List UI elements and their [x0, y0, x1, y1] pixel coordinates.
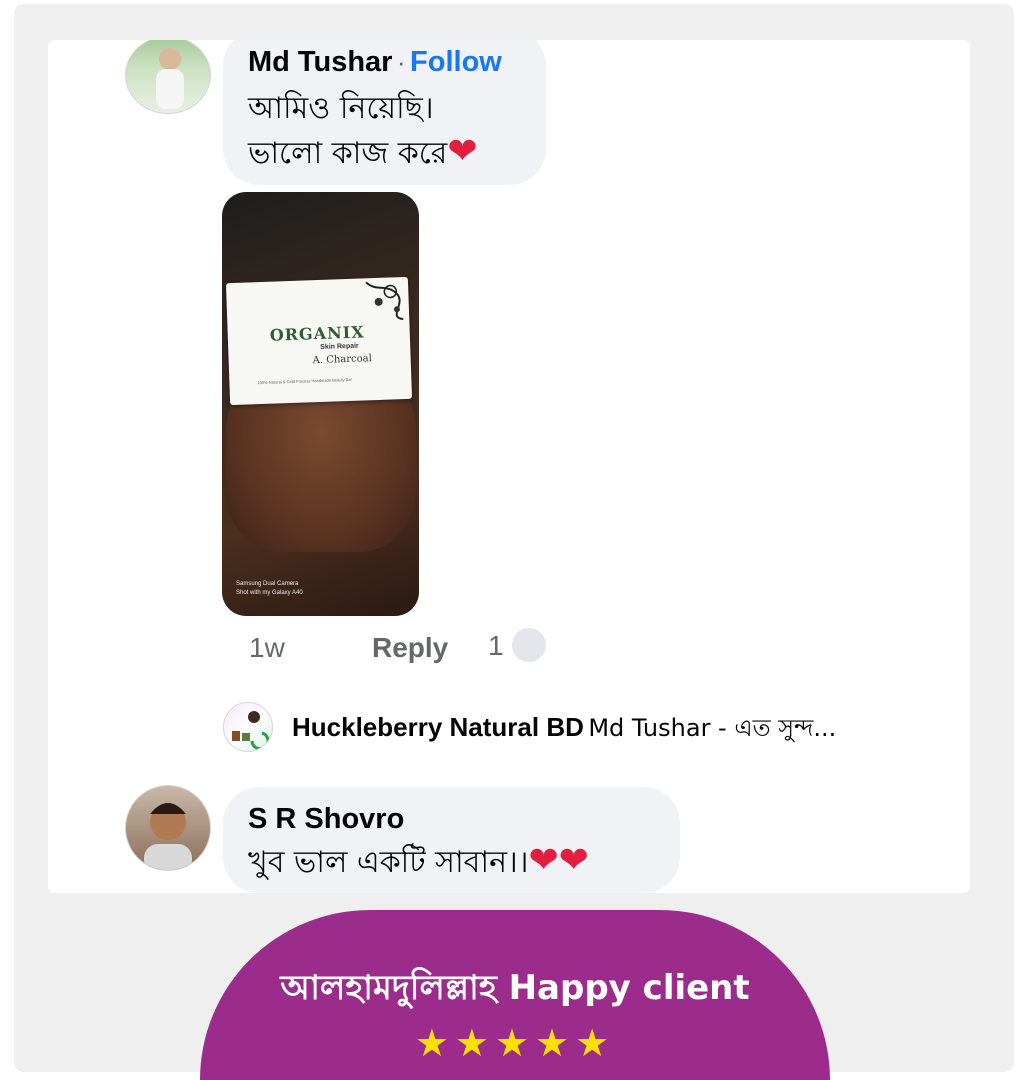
avatar-md-tushar[interactable] — [125, 40, 211, 114]
comment-time[interactable]: 1w — [249, 632, 285, 664]
comments-card: Md Tushar · Follow আমিও নিয়েছি। ভালো কা… — [48, 40, 970, 893]
reaction-count[interactable]: 1 — [488, 630, 504, 662]
reaction-icon[interactable] — [512, 628, 546, 662]
comment-author[interactable]: Md Tushar — [248, 46, 392, 78]
product-box: ORGANIX Skin Repair A. Charcoal 100% Nat… — [225, 276, 413, 406]
comment-bubble-sr-shovro: S R Shovro খুব ভাল একটি সাবান।।❤❤ — [223, 787, 680, 893]
avatar-sr-shovro[interactable] — [125, 785, 211, 871]
person-silhouette-icon — [156, 48, 184, 109]
floral-ornament-icon — [365, 281, 404, 321]
product-tagline: 100% Natural & Cold Process Handmade Bea… — [257, 376, 352, 386]
brand-logo-icon — [232, 711, 270, 751]
product-sub: Skin Repair — [320, 342, 359, 351]
comment-author[interactable]: S R Shovro — [248, 803, 404, 836]
camera-watermark-line2: Shot with my Galaxy A40 — [236, 590, 303, 596]
product-variant: A. Charcoal — [312, 353, 373, 367]
product-brand: ORGANIX — [269, 322, 365, 345]
comment-bubble-md-tushar: Md Tushar · Follow আমিও নিয়েছি। ভালো কা… — [223, 40, 546, 185]
comment-line-2: ভালো কাজ করে — [248, 136, 448, 171]
reply-author[interactable]: Huckleberry Natural BD — [292, 712, 584, 742]
comment-photo[interactable]: ORGANIX Skin Repair A. Charcoal 100% Nat… — [222, 192, 419, 616]
rating-stars-icon: ★★★★★ — [414, 1023, 616, 1065]
comment-line-1: আমিও নিয়েছি। — [248, 91, 434, 126]
avatar-huckleberry[interactable] — [223, 702, 273, 752]
banner-title: আলহামদুলিল্লাহ Happy client — [280, 968, 750, 1008]
comment-text: খুব ভাল একটি সাবান।। — [248, 845, 529, 880]
heart-icon: ❤ — [447, 130, 478, 171]
reply-preview[interactable]: Md Tushar - এত সুন্দ... — [588, 714, 836, 742]
reply-button[interactable]: Reply — [372, 632, 448, 664]
separator-dot: · — [396, 47, 406, 77]
person-face-icon — [144, 803, 192, 870]
happy-client-banner: আলহামদুলিল্লাহ Happy client ★★★★★ — [200, 910, 830, 1080]
camera-watermark-line1: Samsung Dual Camera — [236, 581, 299, 587]
follow-button[interactable]: Follow — [410, 46, 502, 78]
hearts-icon: ❤❤ — [528, 839, 589, 880]
